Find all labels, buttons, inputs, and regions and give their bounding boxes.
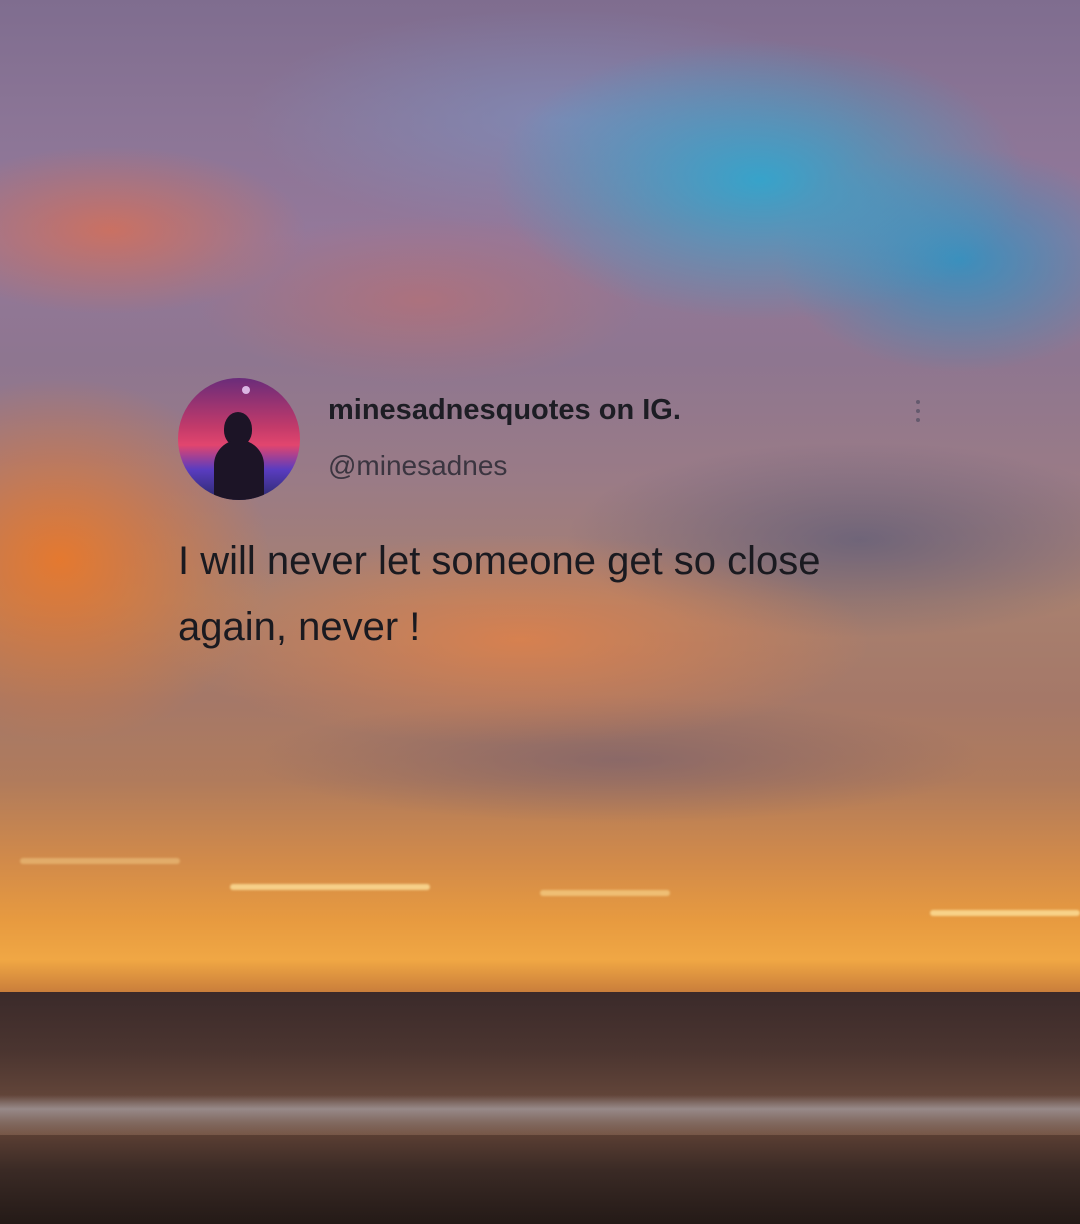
- moon-icon: [242, 386, 250, 394]
- surf: [0, 1095, 1080, 1135]
- cloud-streak: [20, 858, 180, 864]
- tweet-text: I will never let someone get so close ag…: [178, 539, 821, 649]
- profile-avatar[interactable]: [178, 378, 300, 500]
- cloud-streak: [930, 910, 1080, 916]
- silhouette-body: [214, 440, 264, 500]
- cloud-streak: [230, 884, 430, 890]
- cloud-streak: [540, 890, 670, 896]
- display-name[interactable]: minesadnesquotes on IG.: [328, 394, 681, 427]
- more-dots-icon[interactable]: [913, 400, 923, 430]
- sunset-sky-background: [0, 0, 1080, 995]
- post-image: minesadnesquotes on IG. @minesadnes I wi…: [0, 0, 1080, 1224]
- beach: [0, 1135, 1080, 1224]
- user-handle[interactable]: @minesadnes: [328, 450, 507, 482]
